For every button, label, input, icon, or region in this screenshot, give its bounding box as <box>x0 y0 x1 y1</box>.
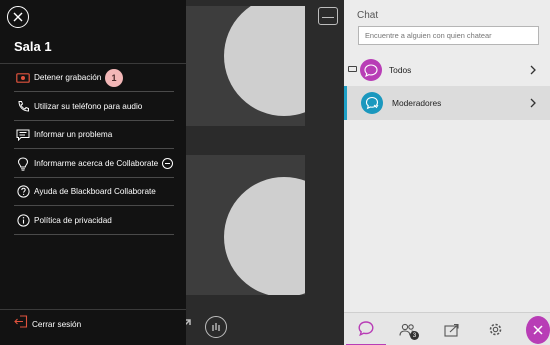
menu-item-label: Utilizar su teléfono para audio <box>34 102 143 111</box>
close-icon <box>533 324 543 335</box>
chat-channel-moderadores[interactable]: Moderadores <box>344 86 550 120</box>
help-icon <box>14 183 32 201</box>
logout-label: Cerrar sesión <box>32 319 82 329</box>
moderator-icon <box>361 92 383 114</box>
gear-icon <box>489 323 501 336</box>
main-menu-panel: Sala 1 Detener grabación 1 Utilizar su t… <box>0 0 186 345</box>
divider <box>0 309 186 310</box>
close-panel-button[interactable] <box>520 313 550 345</box>
chat-tab-button[interactable] <box>346 313 386 345</box>
participant-video-tile <box>184 155 305 295</box>
step-badge: 1 <box>105 69 123 87</box>
chat-bubble-icon <box>360 59 382 81</box>
attendee-count-badge: 3 <box>410 331 419 340</box>
panel-title: Chat <box>357 10 379 21</box>
info-icon <box>14 212 32 230</box>
menu-item-label: Detener grabación <box>34 73 102 82</box>
phone-icon <box>14 98 32 116</box>
chat-channel-label: Todos <box>389 65 412 75</box>
menu-item-learn-collaborate[interactable]: Informarme acerca de Collaborate <box>14 150 174 178</box>
menu-item-stop-recording[interactable]: Detener grabación <box>14 64 174 92</box>
menu-item-privacy[interactable]: Política de privacidad <box>14 207 174 235</box>
menu-item-label: Ayuda de Blackboard Collaborate <box>34 187 156 196</box>
recording-icon <box>14 69 32 87</box>
chat-search-input[interactable] <box>358 26 539 45</box>
close-icon <box>13 12 23 22</box>
menu-item-report-problem[interactable]: Informar un problema <box>14 121 174 149</box>
logout-button[interactable]: Cerrar sesión <box>14 315 81 333</box>
share-content-icon <box>444 323 459 337</box>
menu-item-label: Informarme acerca de Collaborate <box>34 159 159 168</box>
participant-video-tile <box>184 6 305 126</box>
session-title: Sala 1 <box>14 39 52 54</box>
report-icon <box>14 126 32 144</box>
chevron-right-icon <box>530 65 536 75</box>
collapse-icon[interactable] <box>162 158 173 169</box>
chat-channel-todos[interactable]: Todos <box>344 53 550 87</box>
avatar <box>224 177 305 295</box>
collaborate-toolbar: 3 <box>344 312 550 345</box>
chevron-right-icon <box>530 98 536 108</box>
chat-icon <box>358 321 374 336</box>
close-menu-button[interactable] <box>7 6 29 28</box>
menu-item-help[interactable]: Ayuda de Blackboard Collaborate <box>14 178 174 206</box>
raise-hand-icon[interactable] <box>205 316 227 338</box>
menu-item-label: Política de privacidad <box>34 216 112 225</box>
lightbulb-icon <box>14 155 32 173</box>
logout-icon <box>14 315 28 333</box>
settings-tab-button[interactable] <box>475 313 515 345</box>
menu-item-label: Informar un problema <box>34 130 113 139</box>
layout-icon[interactable] <box>318 7 338 25</box>
avatar <box>224 6 305 116</box>
menu-item-phone-audio[interactable]: Utilizar su teléfono para audio <box>14 93 174 121</box>
chat-panel: Chat Todos Moderadores 3 <box>344 0 550 345</box>
share-content-tab-button[interactable] <box>432 313 472 345</box>
close-panel-circle <box>526 315 550 344</box>
chat-channel-label: Moderadores <box>392 98 442 108</box>
attendees-tab-button[interactable]: 3 <box>388 313 428 345</box>
